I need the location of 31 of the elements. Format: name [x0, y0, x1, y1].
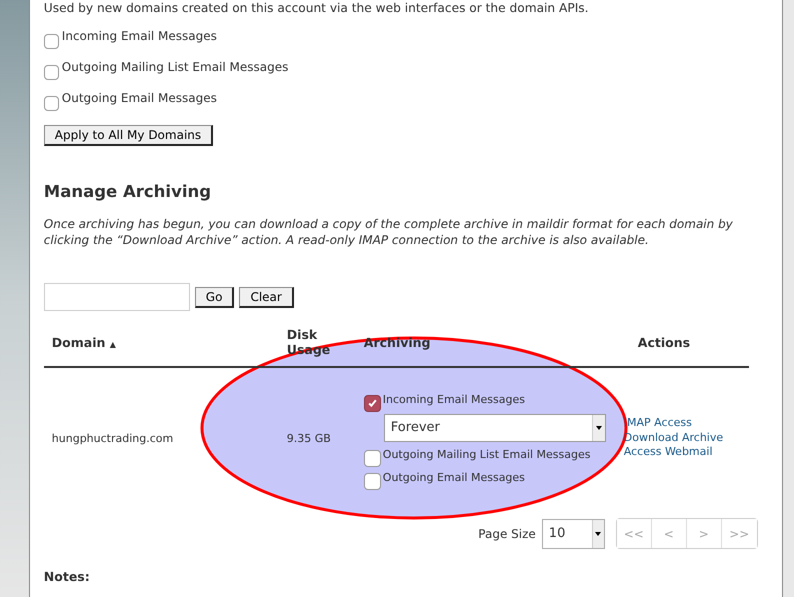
checkbox-label: Outgoing Email Messages	[62, 91, 217, 105]
column-header[interactable]: Domain	[52, 335, 106, 350]
page-size-label: Page Size	[478, 526, 536, 540]
apply-button[interactable]: Apply to All My Domains	[44, 125, 214, 146]
checkbox-label: Incoming Email Messages	[62, 29, 217, 43]
checkbox[interactable]	[364, 394, 381, 412]
checkbox-label: Outgoing Mailing List Email Messages	[382, 448, 590, 462]
description-text: Once archiving has begun, you can download a copy of the complete archive in maildir format for each domain by clicking the “Download Archive” action. A read-only IMAP connection to the archive is also available.	[44, 216, 734, 248]
checkbox-label: Outgoing Email Messages	[382, 470, 525, 486]
checkbox[interactable]	[364, 472, 381, 490]
domain-cell: hungphuctrading.com	[52, 432, 174, 444]
checkbox[interactable]	[44, 34, 59, 49]
disk-usage-cell: 9.35 GB	[286, 432, 331, 444]
search-field[interactable]	[44, 283, 190, 311]
checkmark-icon	[366, 398, 378, 408]
checkbox-label: Outgoing Mailing List Email Messages	[62, 60, 288, 74]
clear-button[interactable]: Clear	[239, 286, 294, 308]
notes-heading: Notes:	[44, 569, 91, 584]
action-link[interactable]: Access Webmail	[624, 445, 749, 460]
go-button[interactable]: Go	[194, 286, 234, 308]
retention-dropdown[interactable]: Forever	[384, 414, 606, 442]
section-heading: Manage Archiving	[44, 182, 212, 201]
column-header[interactable]: Actions	[638, 335, 690, 350]
description-text: Used by new domains created on this account via the web interfaces or the domain APIs.	[44, 0, 590, 16]
page-size-dropdown[interactable]: 10	[542, 518, 605, 548]
checkbox[interactable]	[364, 450, 381, 466]
checkbox[interactable]	[44, 96, 59, 111]
column-header[interactable]: Archiving	[364, 335, 431, 350]
sort-indicator: ▲	[110, 340, 116, 349]
checkbox-label: Incoming Email Messages	[382, 392, 525, 408]
checkbox[interactable]	[44, 65, 59, 80]
